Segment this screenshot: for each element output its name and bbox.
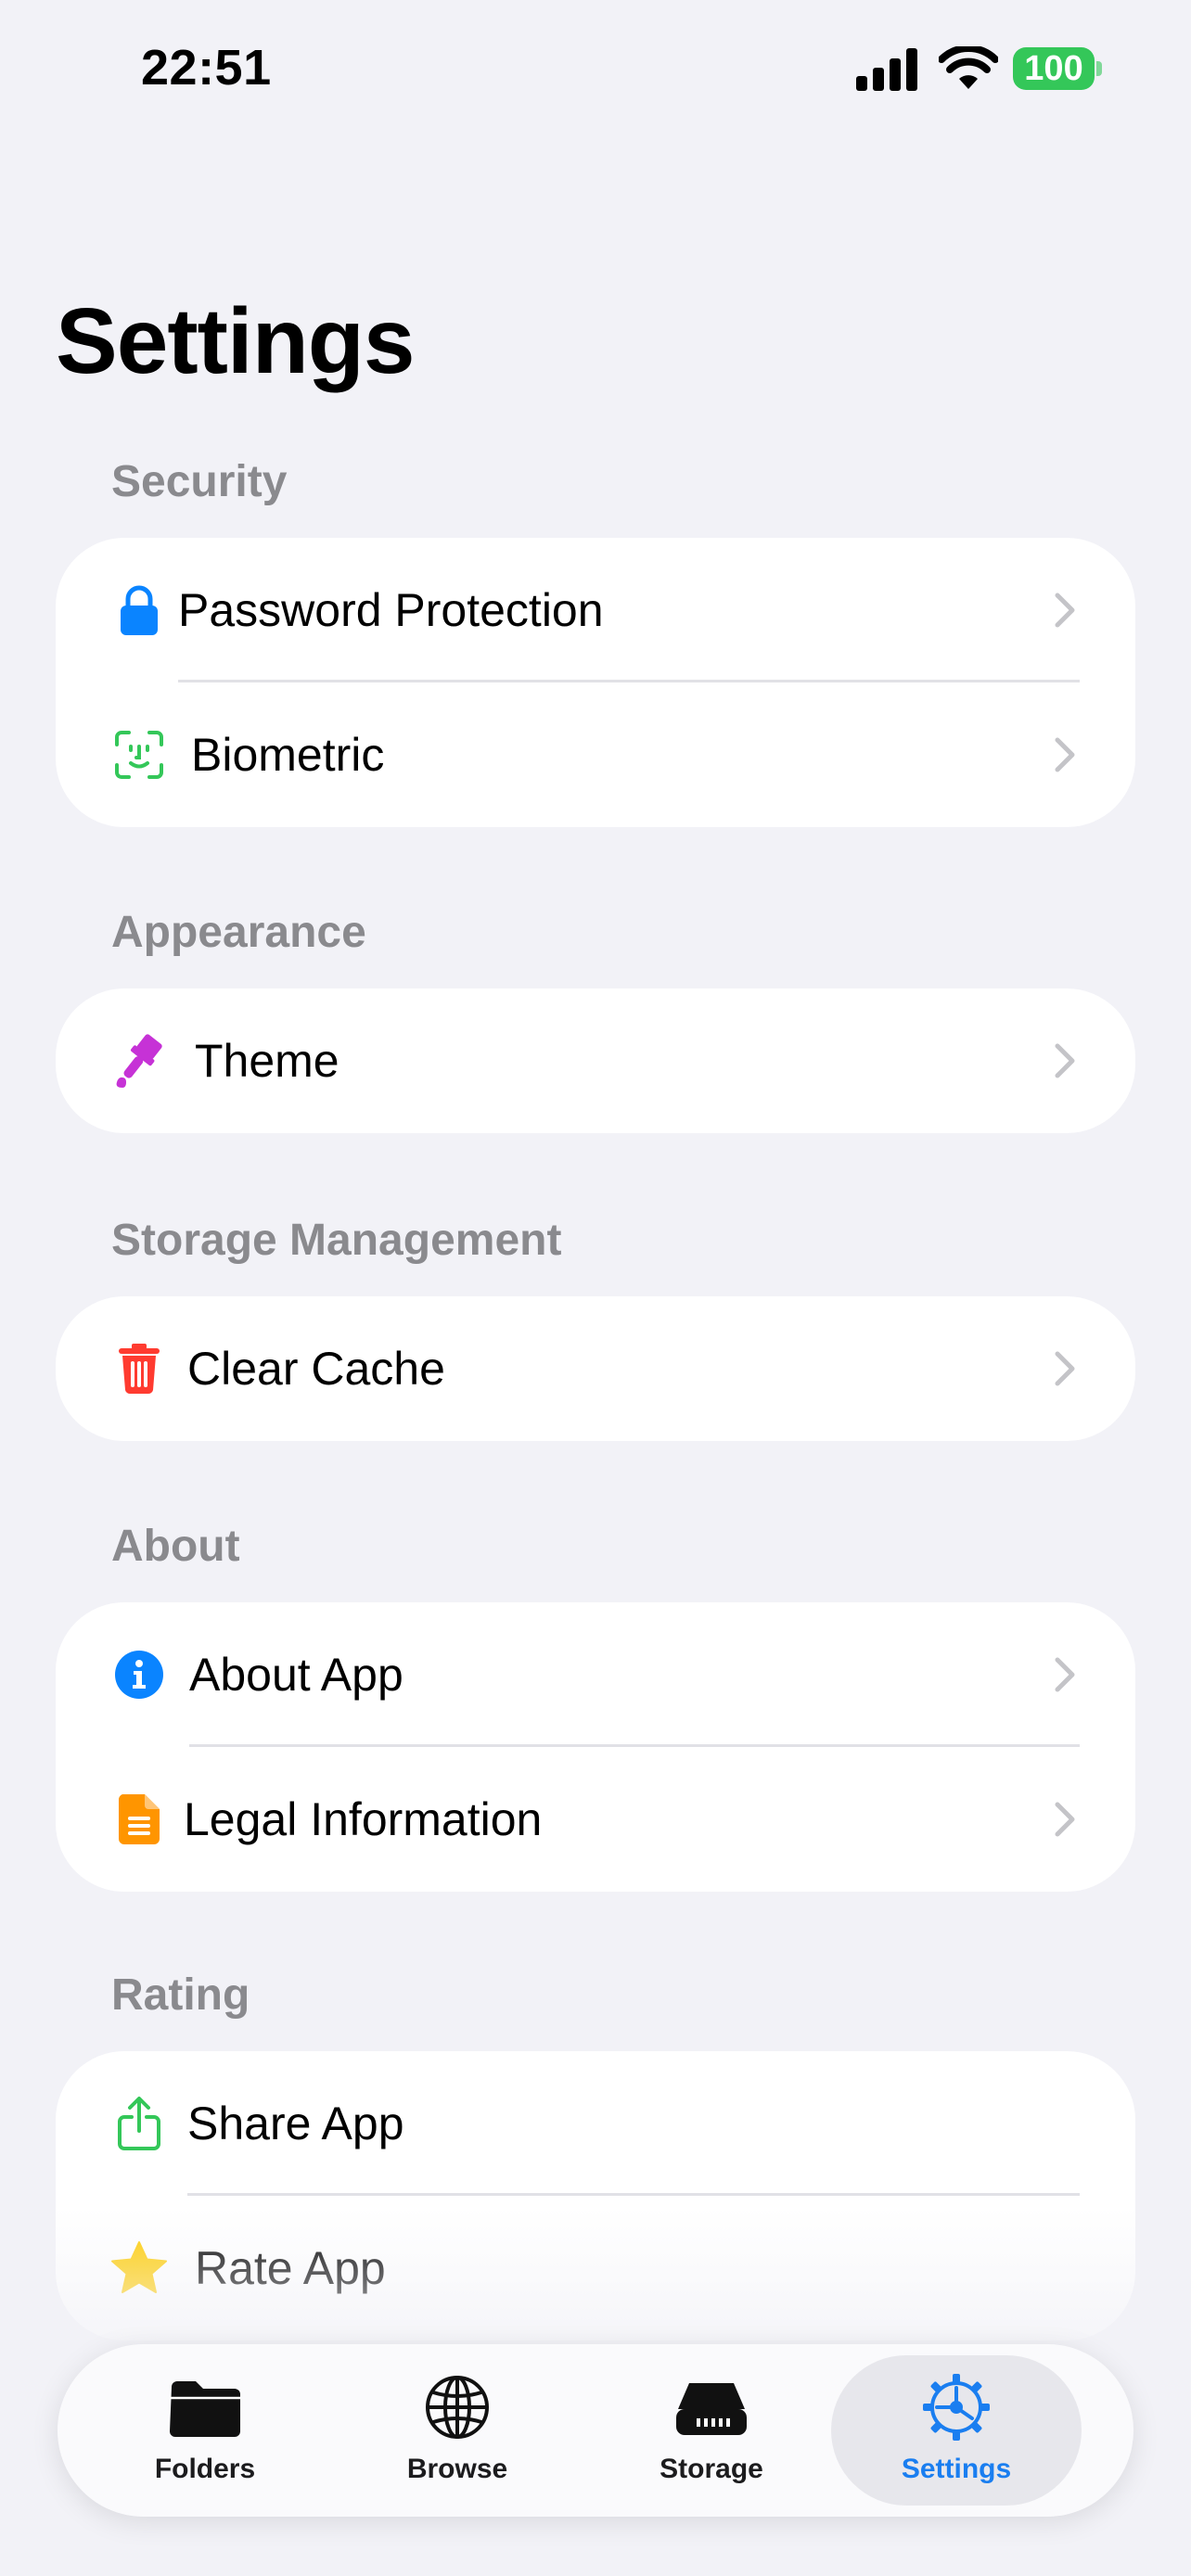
battery-indicator: 100	[1013, 47, 1102, 90]
tab-bar: Folders Browse Storage Settings	[58, 2344, 1133, 2517]
tab-settings-label: Settings	[901, 2454, 1012, 2484]
folder-icon	[170, 2381, 240, 2437]
page-title: Settings	[56, 289, 415, 393]
globe-icon	[426, 2376, 489, 2439]
paintbrush-icon	[109, 1031, 169, 1090]
tab-folders[interactable]: Folders	[80, 2355, 330, 2506]
tab-storage[interactable]: Storage	[586, 2355, 837, 2506]
battery-tip	[1096, 61, 1102, 76]
chevron-right-icon	[1055, 1043, 1075, 1078]
gear-icon	[923, 2374, 990, 2441]
about-app-row[interactable]: About App	[56, 1602, 1135, 1747]
chevron-right-icon	[1055, 1802, 1075, 1837]
tab-folders-label: Folders	[154, 2454, 256, 2484]
tab-browse-label: Browse	[406, 2454, 508, 2484]
password-protection-label: Password Protection	[178, 584, 604, 636]
clear-cache-label: Clear Cache	[187, 1343, 445, 1395]
share-app-row[interactable]: Share App	[56, 2051, 1135, 2196]
section-header-rating: Rating	[111, 1970, 250, 2020]
star-icon	[109, 2238, 169, 2298]
lock-icon	[109, 580, 169, 640]
storage-management-card: Clear Cache	[56, 1296, 1135, 1441]
rate-app-label: Rate App	[195, 2242, 386, 2294]
tab-storage-label: Storage	[660, 2454, 763, 2484]
tab-settings[interactable]: Settings	[831, 2355, 1082, 2506]
appearance-card: Theme	[56, 988, 1135, 1133]
about-card: About App Legal Information	[56, 1602, 1135, 1892]
info-icon	[109, 1645, 169, 1704]
section-header-about: About	[111, 1522, 240, 1571]
face-id-icon	[109, 725, 169, 784]
chevron-right-icon	[1055, 1657, 1075, 1692]
rating-card: Share App Rate App	[56, 2051, 1135, 2340]
section-header-appearance: Appearance	[111, 908, 366, 957]
settings-screen: 22:51 100 Settings Security Password Pro…	[0, 0, 1191, 2576]
theme-row[interactable]: Theme	[56, 988, 1135, 1133]
section-header-storage-management: Storage Management	[111, 1216, 562, 1265]
share-app-label: Share App	[187, 2098, 404, 2149]
security-card: Password Protection Biometric	[56, 538, 1135, 827]
chevron-right-icon	[1055, 737, 1075, 772]
password-protection-row[interactable]: Password Protection	[56, 538, 1135, 682]
clear-cache-row[interactable]: Clear Cache	[56, 1296, 1135, 1441]
rate-app-row[interactable]: Rate App	[56, 2196, 1135, 2340]
drive-icon	[676, 2383, 747, 2435]
biometric-row[interactable]: Biometric	[56, 682, 1135, 827]
cellular-signal-icon	[856, 48, 917, 91]
wifi-icon	[939, 46, 998, 89]
legal-information-label: Legal Information	[184, 1793, 543, 1845]
chevron-right-icon	[1055, 1351, 1075, 1386]
trash-icon	[109, 1339, 169, 1398]
biometric-label: Biometric	[191, 729, 385, 781]
theme-label: Theme	[195, 1035, 339, 1087]
status-bar: 22:51 100	[0, 0, 1191, 139]
battery-level: 100	[1013, 47, 1095, 90]
chevron-right-icon	[1055, 593, 1075, 628]
legal-information-row[interactable]: Legal Information	[56, 1747, 1135, 1892]
document-icon	[109, 1790, 169, 1849]
status-time: 22:51	[141, 40, 272, 96]
section-header-security: Security	[111, 457, 288, 506]
about-app-label: About App	[189, 1649, 403, 1701]
tab-browse[interactable]: Browse	[332, 2355, 583, 2506]
share-icon	[109, 2094, 169, 2153]
